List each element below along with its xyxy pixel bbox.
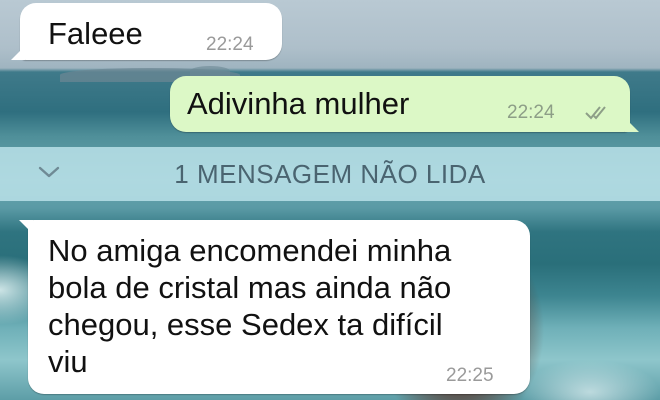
message-timestamp: 22:24 xyxy=(206,34,254,55)
bubble-tail xyxy=(19,220,33,234)
message-bubble-outgoing[interactable]: Adivinha mulher 22:24 xyxy=(170,76,639,132)
wallpaper-wave xyxy=(520,360,660,400)
unread-banner-label: 1 MENSAGEM NÃO LIDA xyxy=(174,158,486,189)
message-timestamp: 22:25 xyxy=(446,365,494,386)
chevron-down-icon[interactable] xyxy=(38,161,60,183)
message-text: Faleee xyxy=(48,16,143,51)
double-check-icon xyxy=(585,106,606,120)
message-bubble-incoming[interactable]: Faleee 22:24 xyxy=(11,3,282,60)
message-text: No amiga encomendei minha bola de crista… xyxy=(48,233,452,379)
bubble-tail xyxy=(11,46,25,60)
wallpaper-island xyxy=(190,66,230,76)
message-bubble-incoming[interactable]: No amiga encomendei minha bola de crista… xyxy=(19,220,530,394)
bubble-tail xyxy=(625,118,639,132)
message-timestamp: 22:24 xyxy=(507,102,555,123)
message-text: Adivinha mulher xyxy=(187,86,410,121)
unread-messages-banner[interactable]: 1 MENSAGEM NÃO LIDA xyxy=(0,147,660,201)
